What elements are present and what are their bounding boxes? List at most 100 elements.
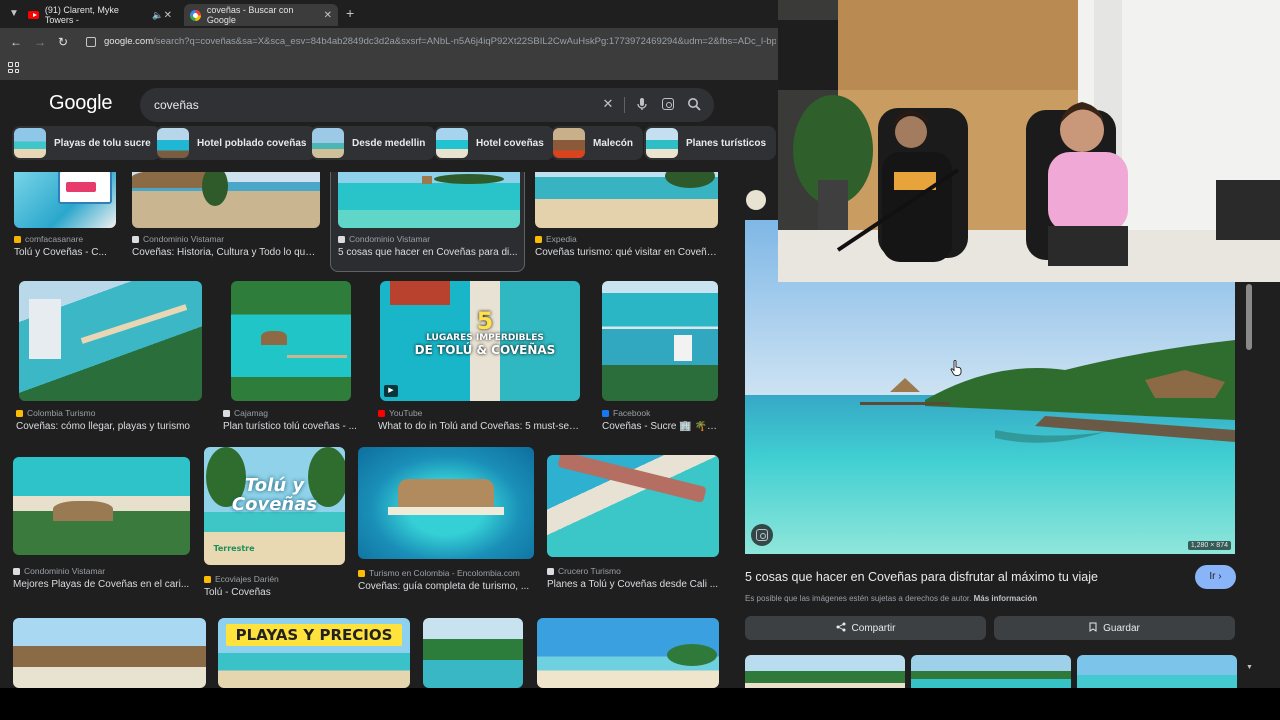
image-results-grid: comfacasanare Tolú y Coveñas - C... Cond… — [0, 172, 730, 688]
image-result[interactable]: comfacasanare Tolú y Coveñas - C... — [14, 172, 116, 264]
chip-hotel-covenas[interactable]: Hotel coveñas — [434, 126, 554, 160]
site-logo-icon[interactable] — [746, 190, 766, 210]
result-thumbnail: Tolú y Coveñas Terrestre — [204, 447, 345, 565]
image-result[interactable]: Turismo en Colombia - Encolombia.com Cov… — [358, 447, 534, 597]
google-lens-button[interactable] — [751, 524, 773, 546]
close-icon[interactable]: ✕ — [324, 10, 332, 21]
share-icon — [836, 622, 846, 635]
chip-malecon[interactable]: Malecón — [551, 126, 644, 160]
new-tab-button[interactable]: + — [346, 6, 354, 20]
result-thumbnail — [231, 281, 351, 401]
result-thumbnail — [13, 457, 190, 555]
google-icon — [190, 9, 201, 21]
apps-grid-icon[interactable] — [8, 62, 19, 73]
thumbnail-overlay-text: PLAYAS Y PRECIOS — [226, 624, 402, 646]
result-source: Condominio Vistamar — [13, 566, 105, 576]
result-source: Expedia — [535, 234, 577, 244]
chip-label: Hotel poblado coveñas — [197, 137, 307, 149]
chip-hotel-poblado-covenas[interactable]: Hotel poblado coveñas — [155, 126, 317, 160]
site-icon — [358, 569, 365, 577]
google-logo[interactable]: Google — [49, 92, 112, 115]
close-icon[interactable]: ✕ — [164, 10, 172, 21]
chip-image — [157, 128, 189, 158]
result-title: Coveñas: Historia, Cultura y Todo lo que… — [132, 247, 320, 258]
image-result[interactable]: Expedia Coveñas turismo: qué visitar en … — [535, 172, 718, 264]
mic-icon[interactable] — [634, 96, 650, 112]
search-icon[interactable] — [686, 96, 702, 112]
search-input[interactable]: coveñas ✕ — [140, 88, 714, 122]
preview-title[interactable]: 5 cosas que hacer en Coveñas para disfru… — [745, 570, 1098, 584]
image-result[interactable]: Facebook Coveñas - Sucre 🏢 🌴 ... — [602, 281, 718, 432]
image-result[interactable] — [423, 618, 523, 688]
site-icon — [535, 235, 542, 243]
back-arrow-icon[interactable]: ← — [10, 35, 22, 49]
related-image[interactable] — [911, 655, 1071, 688]
speaker-icon[interactable]: 🔈 — [152, 10, 163, 21]
url-field[interactable]: google.com/search?q=coveñas&sa=X&sca_esv… — [104, 36, 776, 47]
more-info-link[interactable]: Más información — [974, 594, 1038, 603]
tab-search-chevron-icon[interactable]: ▼ — [6, 6, 22, 22]
result-source: YouTube — [378, 408, 422, 418]
site-icon — [223, 409, 230, 417]
image-result[interactable]: Tolú y Coveñas Terrestre Ecoviajes Darié… — [204, 447, 345, 598]
chip-label: Playas de tolu sucre — [54, 137, 151, 149]
chip-image — [436, 128, 468, 158]
save-button[interactable]: Guardar — [994, 616, 1235, 640]
result-title: Tolú y Coveñas - C... — [14, 247, 107, 258]
chip-label: Desde medellin — [352, 137, 426, 149]
image-result[interactable]: Crucero Turismo Planes a Tolú y Coveñas … — [547, 447, 719, 597]
image-result[interactable] — [13, 618, 206, 688]
hand-cursor-icon — [950, 360, 962, 376]
bookmark-icon — [1089, 622, 1097, 635]
result-thumbnail — [547, 455, 719, 557]
clear-icon[interactable]: ✕ — [600, 96, 616, 112]
tab-google-search[interactable]: coveñas - Buscar con Google ✕ — [184, 4, 338, 26]
image-result[interactable]: PLAYAS Y PRECIOS — [218, 618, 410, 688]
image-result[interactable] — [537, 618, 719, 688]
result-thumbnail — [602, 281, 718, 401]
play-icon: ▶ — [384, 385, 398, 397]
share-label: Compartir — [851, 622, 896, 634]
image-result[interactable]: Colombia Turismo Coveñas: cómo llegar, p… — [16, 281, 204, 432]
scrollbar-thumb[interactable] — [1246, 284, 1252, 350]
chip-desde-medellin[interactable]: Desde medellin — [310, 126, 436, 160]
site-icon — [547, 567, 554, 575]
result-thumbnail — [14, 172, 116, 228]
result-thumbnail — [535, 172, 718, 228]
forward-arrow-icon[interactable]: → — [34, 35, 46, 49]
tab-youtube[interactable]: (91) Clarent, Myke Towers - 🔈 ✕ — [28, 4, 178, 26]
reload-icon[interactable]: ↻ — [58, 35, 68, 49]
lens-icon[interactable] — [660, 96, 676, 112]
result-title: Tolú - Coveñas — [204, 587, 271, 598]
chip-planes-turisticos[interactable]: Planes turísticos — [644, 126, 777, 160]
address-bar: ← → ↻ google.com/search?q=coveñas&sa=X&s… — [0, 28, 780, 56]
result-title: Planes a Tolú y Coveñas desde Cali ... — [547, 579, 719, 590]
chip-image — [646, 128, 678, 158]
chip-label: Hotel coveñas — [476, 137, 544, 149]
site-info-icon[interactable] — [86, 37, 96, 47]
save-label: Guardar — [1103, 622, 1140, 634]
tab-label: (91) Clarent, Myke Towers - — [44, 5, 119, 25]
chip-playas-tolu-sucre[interactable]: Playas de tolu sucre — [12, 126, 161, 160]
image-result[interactable]: 5 LUGARES IMPERDIBLES DE TOLÚ & COVEÑAS … — [378, 281, 581, 432]
result-thumbnail — [537, 618, 719, 688]
image-result[interactable]: Condominio Vistamar Mejores Playas de Co… — [13, 447, 190, 597]
related-image[interactable] — [1077, 655, 1237, 688]
chevron-right-icon: › — [1218, 571, 1222, 582]
result-title: 5 cosas que hacer en Coveñas para di... — [338, 247, 518, 258]
result-title: Coveñas: cómo llegar, playas y turismo — [16, 421, 190, 432]
result-title: Mejores Playas de Coveñas en el cari... — [13, 579, 190, 590]
share-button[interactable]: Compartir — [745, 616, 986, 640]
chip-label: Malecón — [593, 137, 634, 149]
scroll-down-icon[interactable]: ▼ — [1246, 664, 1253, 671]
divider — [624, 97, 625, 113]
result-source: Colombia Turismo — [16, 408, 96, 418]
result-thumbnail — [13, 618, 206, 688]
go-button[interactable]: Ir › — [1195, 565, 1236, 589]
chip-image — [14, 128, 46, 158]
related-image[interactable] — [745, 655, 905, 688]
image-result[interactable]: Cajamag Plan turístico tolú coveñas - ..… — [223, 281, 358, 432]
image-result-selected[interactable]: Condominio Vistamar 5 cosas que hacer en… — [338, 172, 520, 264]
preview-scrollbar[interactable]: ▼ — [1246, 280, 1253, 680]
image-result[interactable]: Condominio Vistamar Coveñas: Historia, C… — [132, 172, 320, 264]
